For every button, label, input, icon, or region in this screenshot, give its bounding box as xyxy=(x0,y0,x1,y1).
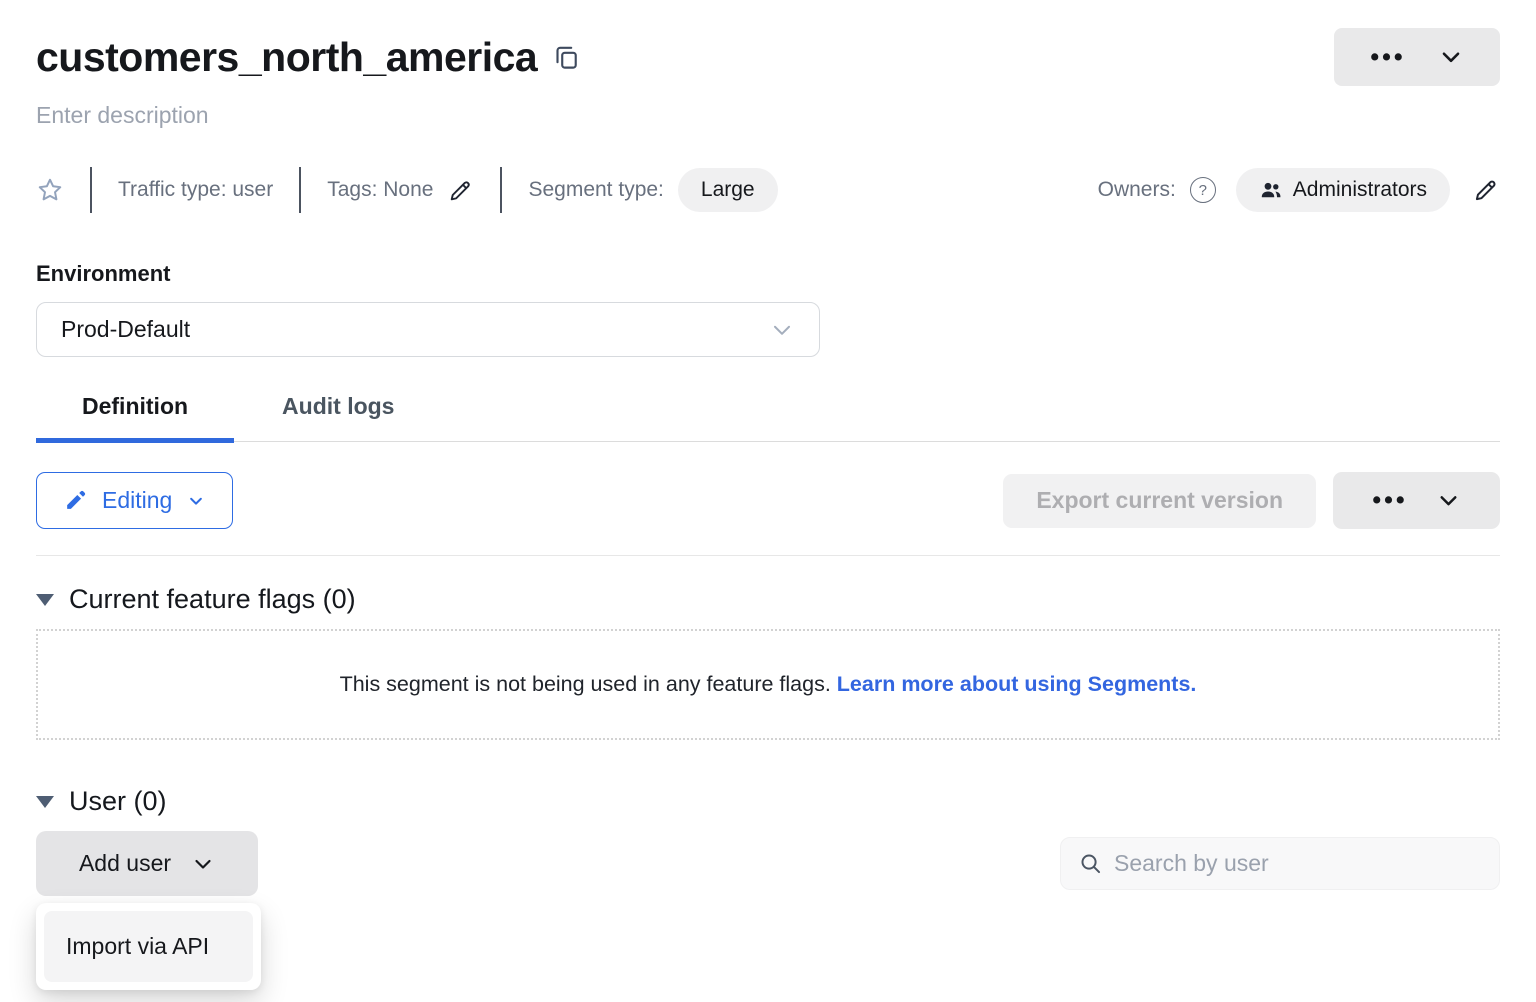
add-user-button[interactable]: Add user xyxy=(36,831,258,896)
export-current-version-button[interactable]: Export current version xyxy=(1003,474,1316,528)
traffic-type: Traffic type: user xyxy=(118,178,273,202)
chevron-down-icon xyxy=(191,852,215,876)
toolbar-right: Export current version ••• xyxy=(1003,472,1500,529)
environment-selected-value: Prod-Default xyxy=(61,316,190,343)
header-more-button[interactable]: ••• xyxy=(1334,28,1500,86)
user-heading: User (0) xyxy=(69,786,167,817)
feature-flags-heading: Current feature flags (0) xyxy=(69,584,356,615)
favorite-star-icon[interactable] xyxy=(36,176,64,204)
empty-state-text: This segment is not being used in any fe… xyxy=(340,672,831,696)
user-section-toggle[interactable]: User (0) xyxy=(36,786,1500,817)
ellipsis-icon: ••• xyxy=(1372,488,1407,513)
menu-item-import-via-api[interactable]: Import via API xyxy=(44,911,253,982)
owners-label: Owners: xyxy=(1098,178,1176,202)
definition-toolbar: Editing Export current version ••• xyxy=(36,472,1500,529)
collapse-triangle-icon xyxy=(36,796,54,808)
chevron-down-icon xyxy=(1438,44,1464,70)
environment-select[interactable]: Prod-Default xyxy=(36,302,820,357)
divider xyxy=(500,167,502,213)
page-title: customers_north_america xyxy=(36,34,537,81)
copy-icon[interactable] xyxy=(553,44,580,71)
divider xyxy=(90,167,92,213)
collapse-triangle-icon xyxy=(36,594,54,606)
add-user-dropdown-menu: Import via API xyxy=(36,903,261,990)
ellipsis-icon: ••• xyxy=(1370,45,1405,70)
tab-bar: Definition Audit logs xyxy=(36,393,1500,442)
chevron-down-icon xyxy=(769,317,795,343)
header: customers_north_america ••• xyxy=(36,28,1500,86)
environment-label: Environment xyxy=(36,261,1500,287)
tab-definition[interactable]: Definition xyxy=(36,393,234,441)
edit-owners-pencil-icon[interactable] xyxy=(1472,176,1500,204)
description-placeholder[interactable]: Enter description xyxy=(36,102,1500,129)
segment-page: customers_north_america ••• Enter descri… xyxy=(0,28,1536,896)
learn-more-link[interactable]: Learn more about using Segments. xyxy=(837,672,1197,696)
help-icon[interactable]: ? xyxy=(1190,177,1216,203)
tab-audit-logs[interactable]: Audit logs xyxy=(236,393,440,441)
add-user-dropdown-wrap: Add user Import via API xyxy=(36,831,258,896)
editing-mode-button[interactable]: Editing xyxy=(36,472,233,529)
feature-flags-empty-state: This segment is not being used in any fe… xyxy=(36,629,1500,740)
pencil-icon xyxy=(64,489,87,512)
tags: Tags: None xyxy=(327,177,474,204)
user-search xyxy=(1060,837,1500,890)
segment-type-label: Segment type: xyxy=(528,178,663,202)
user-controls-row: Add user Import via API xyxy=(36,831,1500,896)
search-by-user-input[interactable] xyxy=(1114,850,1482,877)
people-icon xyxy=(1259,178,1283,202)
toolbar-more-button[interactable]: ••• xyxy=(1333,472,1500,529)
tags-label: Tags: None xyxy=(327,178,433,202)
add-user-label: Add user xyxy=(79,850,171,877)
search-icon xyxy=(1078,851,1103,876)
meta-row: Traffic type: user Tags: None Segment ty… xyxy=(36,167,1500,213)
edit-tags-pencil-icon[interactable] xyxy=(447,177,474,204)
editing-label: Editing xyxy=(102,487,172,514)
segment-type: Segment type: Large xyxy=(528,168,777,212)
owners-value: Administrators xyxy=(1293,178,1427,202)
chevron-down-icon xyxy=(1436,488,1461,513)
segment-type-badge: Large xyxy=(678,168,778,212)
feature-flags-section-toggle[interactable]: Current feature flags (0) xyxy=(36,584,1500,615)
owners: Owners: ? Administrators xyxy=(1098,168,1500,212)
owners-badge: Administrators xyxy=(1236,168,1450,212)
chevron-down-icon xyxy=(187,492,205,510)
divider xyxy=(36,555,1500,556)
traffic-type-label: Traffic type: user xyxy=(118,178,273,202)
divider xyxy=(299,167,301,213)
